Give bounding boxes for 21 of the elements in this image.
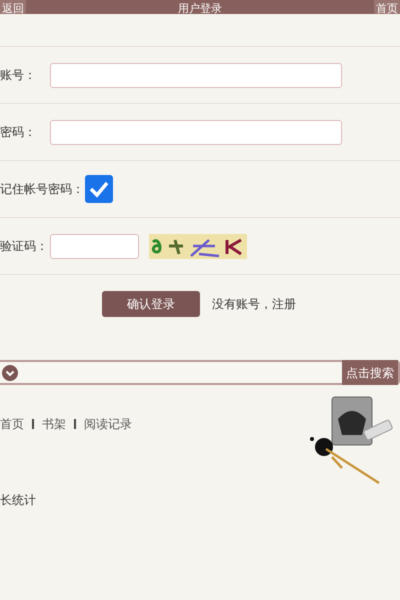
input-field[interactable] [50, 234, 139, 258]
captcha-image[interactable] [149, 234, 247, 258]
search-button[interactable]: 点击搜索 [342, 360, 398, 385]
field-label: 账号： [0, 67, 37, 84]
field-label: 密码： [0, 124, 37, 141]
register-link[interactable]: 没有账号，注册 [212, 295, 296, 313]
field-label: 记住帐号密码： [0, 181, 84, 198]
nav-link[interactable]: 首页 [0, 415, 24, 433]
input-field[interactable] [50, 62, 342, 88]
home-button[interactable]: 首页 [374, 0, 400, 14]
checkmark-icon [89, 180, 109, 198]
checkbox[interactable] [85, 175, 113, 203]
nav-link[interactable]: 阅读记录 [84, 415, 132, 433]
back-button[interactable]: 返回 [0, 0, 26, 14]
footer-text: 长统计 [0, 492, 37, 509]
nav-link[interactable]: 书架 [42, 415, 66, 433]
page-title: 用户登录 [178, 3, 222, 14]
field-label: 验证码： [0, 238, 49, 255]
chevron-down-icon[interactable] [2, 364, 18, 380]
input-field[interactable] [50, 120, 342, 144]
login-button[interactable]: 确认登录 [102, 291, 200, 317]
